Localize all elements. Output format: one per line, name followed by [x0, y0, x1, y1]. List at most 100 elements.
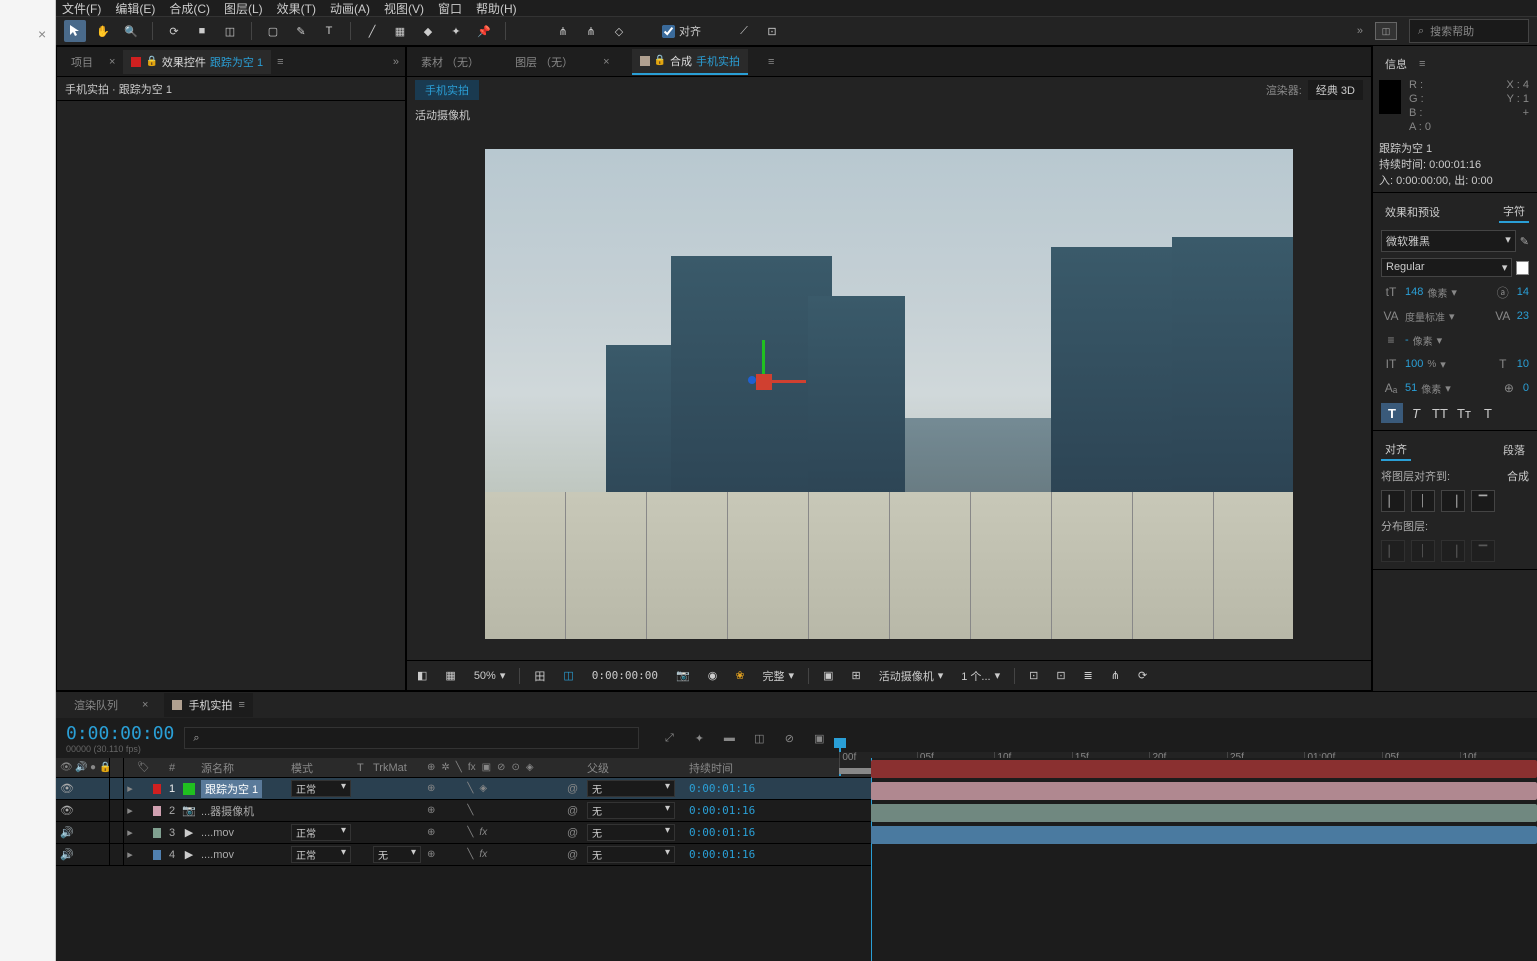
- pickwhip-icon[interactable]: @: [567, 783, 578, 795]
- vscale-value[interactable]: 100: [1405, 358, 1423, 370]
- align-hcenter-button[interactable]: │: [1411, 490, 1435, 512]
- italic-button[interactable]: T: [1405, 403, 1427, 423]
- eye-icon[interactable]: 👁: [60, 804, 74, 817]
- x-axis-arrow[interactable]: [770, 380, 806, 383]
- col-mode[interactable]: 模式: [288, 758, 354, 777]
- current-time[interactable]: 0:00:00:00: [588, 667, 662, 684]
- layer-row[interactable]: 🔊▸3▶....mov正常▾⊕ ╲ fx @无▾0:00:01:16: [56, 822, 871, 844]
- panel-menu-icon[interactable]: ≡: [1419, 58, 1425, 70]
- motion-blur-icon[interactable]: ⊘: [779, 728, 799, 748]
- layer-color-chip[interactable]: [153, 828, 161, 838]
- col-trkmat[interactable]: TrkMat: [370, 758, 424, 777]
- tab-viewer-layer[interactable]: 图层 （无）: [507, 50, 581, 74]
- mask-toggle-icon[interactable]: ◫: [559, 667, 577, 684]
- composition-canvas[interactable]: [485, 149, 1293, 639]
- track-bar[interactable]: [871, 781, 1537, 801]
- leading-value[interactable]: 14: [1517, 286, 1529, 298]
- eyedropper-icon[interactable]: ✎: [1520, 235, 1529, 248]
- tab-align[interactable]: 对齐: [1381, 439, 1411, 461]
- snap-grid-icon[interactable]: ⊡: [761, 20, 783, 42]
- tab-composition[interactable]: 🔒 合成 手机实拍: [632, 49, 748, 75]
- tracking-value[interactable]: 23: [1517, 310, 1529, 322]
- snapshot-icon[interactable]: 📷: [672, 667, 694, 684]
- pan-behind-tool[interactable]: ◫: [219, 20, 241, 42]
- tab-paragraph[interactable]: 段落: [1499, 440, 1529, 460]
- renderer-dropdown[interactable]: 经典 3D: [1308, 80, 1363, 100]
- label-column-icon[interactable]: 🏷: [137, 762, 149, 773]
- blend-mode-dropdown[interactable]: 正常▾: [291, 846, 351, 863]
- current-timecode[interactable]: 0:00:00:00 00000 (30.110 fps): [56, 723, 184, 754]
- layer-row[interactable]: 👁▸2📷...器摄像机⊕ ╲ @无▾0:00:01:16: [56, 800, 871, 822]
- layer-color-chip[interactable]: [153, 784, 161, 794]
- tab-close-icon[interactable]: ×: [107, 56, 117, 68]
- blend-mode-dropdown[interactable]: 正常▾: [291, 780, 351, 797]
- layer-name[interactable]: ....mov: [198, 844, 288, 865]
- roi-icon[interactable]: ▣: [819, 667, 837, 684]
- selection-tool[interactable]: [64, 20, 86, 42]
- tab-info[interactable]: 信息: [1381, 54, 1411, 74]
- col-parent[interactable]: 父级: [584, 758, 686, 777]
- align-top-button[interactable]: ▔: [1471, 490, 1495, 512]
- null-square[interactable]: [756, 374, 772, 390]
- panel-overflow-icon[interactable]: »: [393, 56, 399, 68]
- overflow-icon[interactable]: »: [1357, 25, 1363, 37]
- alpha-toggle-icon[interactable]: ◧: [413, 667, 431, 684]
- ruler-toggle-icon[interactable]: 田: [530, 666, 549, 686]
- snap-edge-icon[interactable]: ⟋: [733, 20, 755, 42]
- font-style-dropdown[interactable]: Regular▾: [1381, 258, 1512, 277]
- expand-arrow-icon[interactable]: ▸: [127, 782, 133, 795]
- menu-composition[interactable]: 合成(C): [169, 0, 210, 17]
- menu-layer[interactable]: 图层(L): [224, 0, 263, 17]
- align-to-dropdown[interactable]: 合成: [1507, 468, 1529, 484]
- grid-icon[interactable]: ⊞: [847, 667, 864, 684]
- superscript-button[interactable]: T: [1477, 403, 1499, 423]
- col-switches[interactable]: ⊕✲╲fx▣⊘⊙◈: [424, 758, 564, 777]
- menu-effect[interactable]: 效果(T): [277, 0, 316, 17]
- smallcaps-button[interactable]: Tᴛ: [1453, 403, 1475, 423]
- track-bar[interactable]: [871, 825, 1537, 845]
- panel-menu-icon[interactable]: ≡: [277, 56, 283, 68]
- timeline-tracks[interactable]: [871, 758, 1537, 961]
- bold-button[interactable]: T: [1381, 403, 1403, 423]
- col-source-name[interactable]: 源名称: [198, 758, 288, 777]
- anchor-switch-icon[interactable]: ⊕: [427, 783, 435, 794]
- 3d-switch-icon[interactable]: ◈: [479, 783, 487, 794]
- fx-switch-icon[interactable]: fx: [479, 849, 487, 860]
- menu-edit[interactable]: 编辑(E): [115, 0, 155, 17]
- allcaps-button[interactable]: TT: [1429, 403, 1451, 423]
- layer-row[interactable]: 🔊▸4▶....mov正常▾无▾⊕ ╲ fx @无▾0:00:01:16: [56, 844, 871, 866]
- baseline-value[interactable]: 51: [1405, 382, 1417, 394]
- timeline-icon[interactable]: ≣: [1080, 667, 1097, 684]
- layer-color-chip[interactable]: [153, 850, 161, 860]
- anchor-switch-icon[interactable]: ⊕: [427, 827, 435, 838]
- menu-window[interactable]: 窗口: [438, 0, 462, 17]
- layer-name[interactable]: 跟踪为空 1: [198, 778, 288, 799]
- axis-world-icon[interactable]: ⋔: [580, 20, 602, 42]
- flowchart-icon[interactable]: ⋔: [1107, 667, 1124, 684]
- panel-menu-icon[interactable]: ≡: [238, 699, 244, 711]
- tab-close-icon[interactable]: ×: [140, 699, 150, 711]
- speaker-icon[interactable]: 🔊: [60, 826, 74, 839]
- z-axis-arrow[interactable]: [748, 376, 756, 384]
- tab-render-queue[interactable]: 渲染队列: [66, 693, 126, 717]
- expand-arrow-icon[interactable]: ▸: [127, 804, 133, 817]
- tab-timeline-comp[interactable]: 手机实拍 ≡: [164, 693, 252, 717]
- reset-exposure-icon[interactable]: ⟳: [1134, 667, 1151, 684]
- trkmat-dropdown[interactable]: 无▾: [373, 846, 421, 863]
- speaker-icon[interactable]: 🔊: [60, 848, 74, 861]
- tab-effect-controls[interactable]: 🔒 效果控件 跟踪为空 1: [123, 50, 271, 74]
- zoom-tool[interactable]: 🔍: [120, 20, 142, 42]
- puppet-tool[interactable]: 📌: [473, 20, 495, 42]
- pickwhip-icon[interactable]: @: [567, 849, 578, 861]
- font-family-dropdown[interactable]: 微软雅黑▾: [1381, 230, 1516, 252]
- parent-dropdown[interactable]: 无▾: [587, 824, 675, 841]
- align-left-button[interactable]: ▏: [1381, 490, 1405, 512]
- anchor-switch-icon[interactable]: ⊕: [427, 805, 435, 816]
- menu-help[interactable]: 帮助(H): [476, 0, 517, 17]
- clone-tool[interactable]: ▦: [389, 20, 411, 42]
- fast-preview-icon[interactable]: ⊡: [1052, 667, 1069, 684]
- workspace-switch[interactable]: ◫: [1375, 22, 1397, 40]
- expand-arrow-icon[interactable]: ▸: [127, 826, 133, 839]
- pickwhip-icon[interactable]: @: [567, 805, 578, 817]
- menu-file[interactable]: 文件(F): [62, 0, 101, 17]
